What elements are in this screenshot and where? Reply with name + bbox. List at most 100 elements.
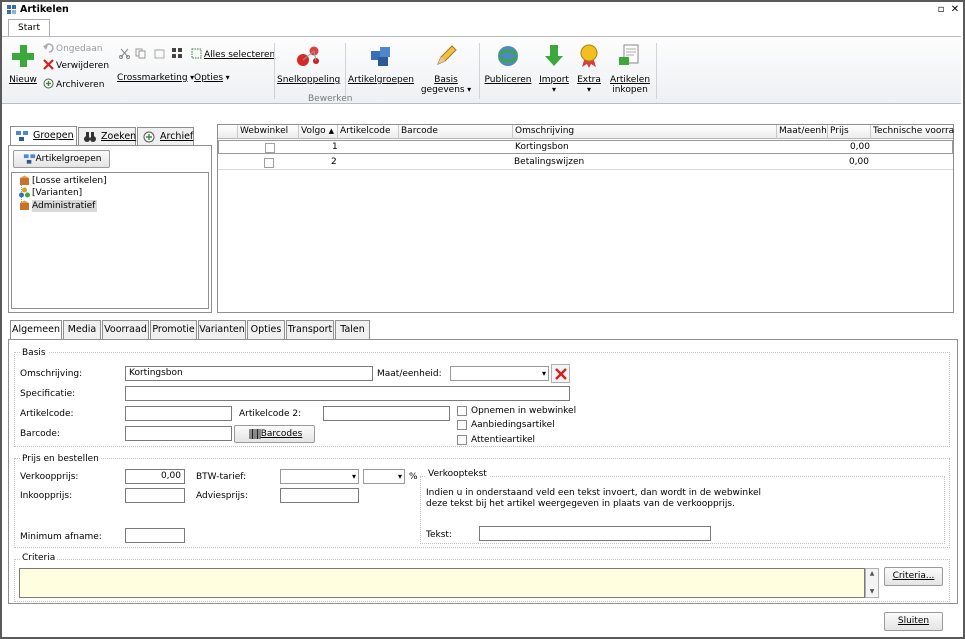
tab-voorraad[interactable]: Voorraad xyxy=(102,320,149,339)
tab-groepen[interactable]: Groepen xyxy=(10,126,77,146)
btw-tarief-select[interactable]: ▾ xyxy=(280,469,359,484)
crossmarketing-label: Crossmarketing xyxy=(117,73,188,83)
extra-label: Extra xyxy=(577,75,601,85)
artikelcode-input[interactable] xyxy=(125,406,232,421)
crossmarketing-dropdown[interactable]: Crossmarketing xyxy=(117,72,194,84)
verwijderen-button[interactable]: Verwijderen xyxy=(43,59,109,71)
aanbiedingsartikel-checkbox[interactable]: Aanbiedingsartikel xyxy=(457,419,555,431)
opnemen-webwinkel-checkbox[interactable]: Opnemen in webwinkel xyxy=(457,405,576,417)
verkoopprijs-input[interactable]: 0,00 xyxy=(125,469,185,484)
archiveren-button[interactable]: Archiveren xyxy=(43,78,104,90)
minimum-afname-label: Minimum afname: xyxy=(20,532,102,542)
basis-label: Basis xyxy=(434,75,458,85)
group-select-icon[interactable] xyxy=(171,47,184,59)
grid-header-maat[interactable]: Maat/eenhe xyxy=(777,125,828,139)
attentie-label: Attentieartikel xyxy=(471,435,536,445)
tab-media[interactable]: Media xyxy=(63,320,101,339)
tab-algemeen[interactable]: Algemeen xyxy=(10,320,62,340)
tab-archief-label: Archief xyxy=(160,131,194,142)
tree-item-varianten[interactable]: [Varianten] xyxy=(19,187,82,199)
criteria-title: Criteria xyxy=(20,553,58,563)
alles-selecteren-label: Alles selecteren xyxy=(204,50,276,60)
criteria-button[interactable]: Criteria... xyxy=(884,567,943,586)
scroll-up-icon[interactable]: ▲ xyxy=(866,569,878,579)
inkopen-label: inkopen xyxy=(612,85,648,95)
grid-header-omschrijving[interactable]: Omschrijving xyxy=(513,125,777,139)
tab-transport[interactable]: Transport xyxy=(286,320,334,339)
criteria-textarea[interactable] xyxy=(19,568,865,598)
close-window-button[interactable]: ✕ xyxy=(949,4,961,15)
maat-eenheid-select[interactable]: ▾ xyxy=(450,366,549,381)
archive-icon xyxy=(43,78,54,89)
minimum-afname-input[interactable] xyxy=(125,528,185,543)
artikelcode2-label: Artikelcode 2: xyxy=(239,409,302,419)
tree-item-losse-artikelen[interactable]: [Losse artikelen] xyxy=(20,175,107,187)
grid-header-volgorde[interactable]: Volgo ▲ xyxy=(299,125,338,139)
plus-icon xyxy=(12,45,34,67)
ribbon-tab-start[interactable]: Start xyxy=(8,19,50,37)
omschrijving-label: Omschrijving: xyxy=(20,369,83,379)
cut-icon[interactable] xyxy=(119,48,130,59)
artikelen-inkopen-button[interactable]: Artikelen inkopen xyxy=(608,43,652,95)
grid-header-artikelcode[interactable]: Artikelcode xyxy=(338,125,399,139)
table-row[interactable]: 2 Betalingswijzen 0,00 xyxy=(218,156,953,170)
webwinkel-checkbox[interactable] xyxy=(265,143,275,153)
table-row[interactable]: 1 Kortingsbon 0,00 xyxy=(218,140,953,154)
specificatie-input[interactable] xyxy=(125,386,570,401)
extra-button[interactable]: Extra ▾ xyxy=(574,43,604,95)
criteria-scrollbar[interactable]: ▲ ▼ xyxy=(865,568,879,598)
snelkoppeling-button[interactable]: Snelkoppeling xyxy=(277,43,340,85)
barcode-icon xyxy=(249,429,261,439)
artikelcode2-input[interactable] xyxy=(323,406,450,421)
copy-icon[interactable] xyxy=(135,48,146,59)
artikelen-label: Artikelen xyxy=(609,75,651,85)
verkooptekst-input[interactable] xyxy=(479,526,711,541)
paste-icon[interactable] xyxy=(154,48,165,59)
tab-promotie[interactable]: Promotie xyxy=(150,320,197,339)
scroll-down-icon[interactable]: ▼ xyxy=(866,587,878,597)
clear-maat-button[interactable] xyxy=(551,364,570,383)
row-omschrijving: Betalingswijzen xyxy=(514,157,585,167)
publiceren-button[interactable]: Publiceren xyxy=(483,43,533,85)
omschrijving-input[interactable]: Kortingsbon xyxy=(125,366,373,381)
percent-label: % xyxy=(409,472,418,482)
tab-groepen-label: Groepen xyxy=(33,130,74,141)
variants-icon xyxy=(19,187,30,198)
import-button[interactable]: Import ▾ xyxy=(537,43,571,95)
basis-gegevens-button[interactable]: Basis gegevens xyxy=(419,43,473,95)
grid-header-rowselector xyxy=(218,125,238,139)
tab-varianten[interactable]: Varianten xyxy=(198,320,246,339)
checkbox-box xyxy=(457,435,467,445)
tab-archief[interactable]: Archief xyxy=(137,127,194,146)
btw-tarief-label: BTW-tarief: xyxy=(196,472,247,482)
nieuw-button[interactable]: Nieuw xyxy=(8,43,38,85)
inkoopprijs-label: Inkoopprijs: xyxy=(20,491,73,501)
row-omschrijving: Kortingsbon xyxy=(515,142,569,152)
package-icon xyxy=(20,200,29,210)
barcodes-button[interactable]: Barcodes xyxy=(234,425,315,443)
grid-header-webwinkel[interactable]: Webwinkel xyxy=(238,125,299,139)
webwinkel-checkbox[interactable] xyxy=(264,158,274,168)
sluiten-button[interactable]: Sluiten xyxy=(884,612,943,631)
binoculars-icon xyxy=(84,132,96,142)
attentieartikel-checkbox[interactable]: Attentieartikel xyxy=(457,434,535,446)
row-volgorde: 1 xyxy=(332,142,338,152)
adviesprijs-input[interactable] xyxy=(280,488,359,503)
tab-opties[interactable]: Opties xyxy=(247,320,285,339)
barcode-input[interactable] xyxy=(125,426,232,441)
tab-zoeken[interactable]: Zoeken xyxy=(78,127,136,146)
inkoopprijs-input[interactable] xyxy=(125,488,185,503)
grid-header-prijs[interactable]: Prijs xyxy=(828,125,871,139)
artikelgroepen-button[interactable]: Artikelgroepen xyxy=(13,150,110,168)
restore-button[interactable]: ▫ xyxy=(935,4,947,15)
grid-header-barcode[interactable]: Barcode xyxy=(399,125,513,139)
opties-dropdown[interactable]: Opties xyxy=(194,72,230,84)
undo-icon xyxy=(43,43,54,53)
alles-selecteren-button[interactable]: Alles selecteren xyxy=(191,48,275,60)
artikelgroepen-ribbon-button[interactable]: Artikelgroepen xyxy=(347,43,415,85)
tab-talen[interactable]: Talen xyxy=(335,320,370,339)
ongedaan-button[interactable]: Ongedaan xyxy=(43,42,103,54)
tree-item-administratief[interactable]: Administratief xyxy=(20,200,98,212)
btw-percentage-select[interactable]: ▾ xyxy=(363,469,405,484)
grid-header-technische-voorraad[interactable]: Technische voorraad xyxy=(871,125,955,139)
